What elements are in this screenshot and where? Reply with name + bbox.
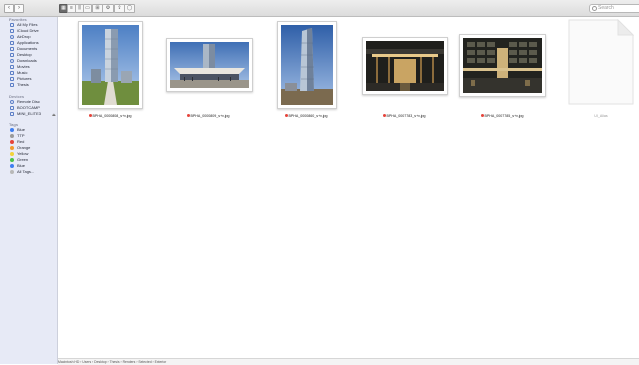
- file-name-label[interactable]: BPHA_0000860_s+v.jpg: [268, 114, 344, 118]
- disc-icon: [10, 100, 14, 104]
- search-placeholder: Search: [598, 5, 614, 11]
- file-name-label[interactable]: BPHA_0007783_s+v.jpg: [366, 114, 442, 118]
- music-icon: [10, 71, 14, 75]
- tag-dot-icon: [10, 134, 14, 138]
- file-thumbnail[interactable]: [166, 38, 253, 92]
- sidebar: Favorites All My Files iCloud Drive AirD…: [0, 17, 58, 364]
- tag-dot-icon: [10, 140, 14, 144]
- applications-icon: [10, 41, 14, 45]
- airdrop-icon: [10, 35, 14, 39]
- back-button[interactable]: ‹: [4, 4, 14, 13]
- red-tag-dot-icon: [480, 114, 484, 117]
- night-render-image: [366, 41, 444, 91]
- tag-dot-icon: [10, 164, 14, 168]
- tower-photo-image: [82, 25, 139, 105]
- file-name-label[interactable]: BPHA_0000809_s+v.jpg: [170, 114, 246, 118]
- tag-dot-icon: [10, 128, 14, 132]
- file-name-label[interactable]: BPHA_0007785_s+v.jpg: [464, 114, 540, 118]
- sidebar-item-mini-elite3[interactable]: MINI_ELITE3: [10, 111, 41, 117]
- movies-icon: [10, 65, 14, 69]
- all-files-icon: [10, 23, 14, 27]
- tag-dot-icon: [10, 152, 14, 156]
- title-bar: ‹ › ▦ ≡ ⫼ ▭ ⊞ ⚙ ⇪ ◯ Search: [0, 0, 639, 17]
- tag-dot-icon: [10, 158, 14, 162]
- sidebar-tag-all-tags[interactable]: All Tags...: [10, 169, 34, 175]
- sidebar-item-thesis[interactable]: Thesis: [10, 82, 29, 88]
- eject-icon[interactable]: ⏏: [52, 112, 56, 117]
- tag-dot-icon: [10, 146, 14, 150]
- tower-photo-image: [281, 25, 333, 105]
- desktop-icon: [10, 53, 14, 57]
- coverflow-view-button[interactable]: ▭: [83, 4, 92, 13]
- tag-dot-icon: [10, 170, 14, 174]
- forward-button[interactable]: ›: [14, 4, 24, 13]
- red-tag-dot-icon: [186, 114, 190, 117]
- pictures-icon: [10, 77, 14, 81]
- drive-icon: [10, 106, 14, 110]
- file-thumbnail[interactable]: [277, 21, 337, 109]
- night-render-image: [463, 38, 542, 93]
- red-tag-dot-icon: [382, 114, 386, 117]
- search-input[interactable]: Search: [589, 4, 639, 13]
- file-name-label[interactable]: BPHA_0000808_s+v.jpg: [72, 114, 148, 118]
- downloads-icon: [10, 59, 14, 63]
- file-icon-grid: BPHA_0000808_s+v.jpg BPHA_0000809_s+v.jp…: [58, 17, 639, 358]
- file-thumbnail[interactable]: [78, 21, 143, 109]
- search-icon: [592, 6, 597, 11]
- tag-button[interactable]: ◯: [124, 4, 135, 13]
- folder-icon: [10, 83, 14, 87]
- document-icon[interactable]: [568, 19, 634, 105]
- cloud-icon: [10, 29, 14, 33]
- red-tag-dot-icon: [88, 114, 92, 117]
- documents-icon: [10, 47, 14, 51]
- file-thumbnail[interactable]: [362, 37, 448, 95]
- file-name-label[interactable]: UI_Alias: [563, 114, 639, 118]
- action-gear-button[interactable]: ⚙: [102, 4, 114, 13]
- red-tag-dot-icon: [284, 114, 288, 117]
- plaza-photo-image: [170, 42, 249, 88]
- file-thumbnail[interactable]: [459, 34, 546, 97]
- drive-icon: [10, 112, 14, 116]
